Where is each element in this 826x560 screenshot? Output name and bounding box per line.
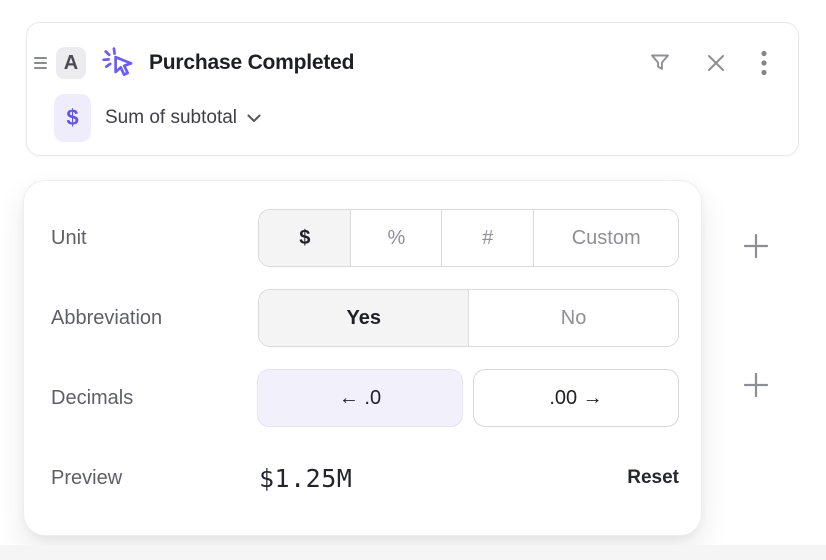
dollar-badge: $ bbox=[54, 94, 91, 142]
unit-row: Unit $ % # Custom bbox=[51, 209, 679, 267]
close-icon[interactable] bbox=[705, 52, 727, 74]
unit-label: Unit bbox=[51, 227, 258, 250]
event-title: Purchase Completed bbox=[149, 51, 354, 75]
event-letter-badge: A bbox=[56, 47, 86, 79]
decimals-label: Decimals bbox=[51, 387, 257, 410]
decimals-buttons: ← .0 .00 → bbox=[257, 369, 679, 427]
number-format-popover: Unit $ % # Custom Abbreviation Yes No De… bbox=[23, 180, 702, 536]
preview-value: $1.25M bbox=[259, 464, 352, 493]
abbreviation-segmented-control: Yes No bbox=[258, 289, 679, 347]
add-item-button-bottom[interactable] bbox=[741, 370, 771, 400]
unit-option-dollar[interactable]: $ bbox=[259, 210, 350, 266]
unit-segmented-control: $ % # Custom bbox=[258, 209, 679, 267]
abbreviation-row: Abbreviation Yes No bbox=[51, 289, 679, 347]
measure-label: Sum of subtotal bbox=[105, 107, 237, 129]
add-item-button-top[interactable] bbox=[741, 231, 771, 261]
reset-button[interactable]: Reset bbox=[627, 467, 679, 489]
drag-handle-icon[interactable] bbox=[34, 57, 49, 69]
event-card: A Purchase Completed bbox=[26, 22, 799, 156]
decimals-row: Decimals ← .0 .00 → bbox=[51, 369, 679, 427]
preview-label: Preview bbox=[51, 467, 259, 490]
measure-selector[interactable]: $ Sum of subtotal bbox=[54, 94, 261, 142]
decrease-decimals-button[interactable]: ← .0 bbox=[257, 369, 463, 427]
event-card-header: A Purchase Completed bbox=[34, 43, 768, 83]
filter-icon[interactable] bbox=[648, 51, 672, 75]
kebab-menu-icon[interactable] bbox=[760, 50, 768, 76]
abbreviation-option-yes[interactable]: Yes bbox=[259, 290, 468, 346]
event-card-actions bbox=[648, 50, 768, 76]
increase-decimals-button[interactable]: .00 → bbox=[473, 369, 679, 427]
unit-option-custom[interactable]: Custom bbox=[533, 210, 678, 266]
abbreviation-option-no[interactable]: No bbox=[468, 290, 678, 346]
cursor-click-icon bbox=[101, 46, 135, 80]
bottom-divider bbox=[0, 545, 826, 560]
abbreviation-label: Abbreviation bbox=[51, 307, 258, 330]
unit-option-number[interactable]: # bbox=[441, 210, 533, 266]
preview-row: Preview $1.25M Reset bbox=[51, 449, 679, 507]
unit-option-percent[interactable]: % bbox=[350, 210, 441, 266]
chevron-down-icon bbox=[247, 114, 261, 123]
